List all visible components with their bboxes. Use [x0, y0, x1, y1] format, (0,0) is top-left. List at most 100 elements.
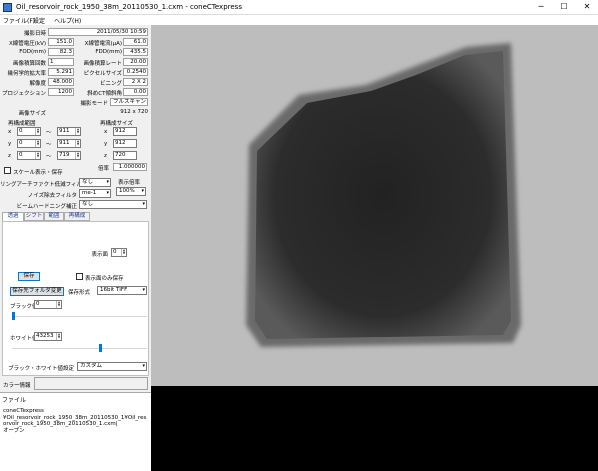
mode-value: フルスキャン	[110, 98, 148, 106]
voltage-label: X線管電圧(kV)	[8, 41, 46, 47]
binning-label: ビニング	[99, 81, 122, 87]
y-size-label: y	[104, 141, 108, 147]
integ-rate-label: 画像積算レート	[83, 61, 122, 67]
spin-icon[interactable]: ▲ ▼	[75, 128, 80, 135]
file-log: coneCTexpress ¥Oil_resorvoir_rock_1950_3…	[3, 408, 148, 434]
color-info-box	[34, 377, 148, 390]
spin-icon[interactable]: ▲ ▼	[35, 128, 40, 135]
spin-icon[interactable]: ▲ ▼	[56, 301, 61, 308]
chevron-down-icon: ▾	[142, 287, 145, 293]
black-slider-track[interactable]	[12, 316, 147, 317]
z-from-input[interactable]: 0 ▲ ▼	[17, 151, 41, 160]
disp-rate-select[interactable]: 100% ▾	[116, 187, 146, 196]
y-from-input[interactable]: 0 ▲ ▼	[17, 139, 41, 148]
minimize-button[interactable]: ─	[530, 0, 552, 15]
title-bar: Oil_resorvoir_rock_1950_38m_20110530_1.c…	[0, 0, 598, 15]
integ-count-value: 1	[48, 58, 74, 66]
log-line: オープン	[3, 427, 25, 434]
viewer-bottom-bar	[151, 386, 598, 471]
spin-icon[interactable]: ▲ ▼	[35, 152, 40, 159]
voltage-value: 151.0	[48, 38, 74, 46]
white-input[interactable]: 43253 ▲ ▼	[34, 332, 62, 341]
fod-label: FOD(mm)	[19, 49, 46, 55]
save-button[interactable]: 保存	[18, 272, 40, 281]
x-size-label: x	[104, 129, 108, 135]
binning-value: 2 X 2	[123, 78, 148, 86]
menu-help[interactable]: ヘルプ(H)	[54, 16, 81, 25]
x-from-input[interactable]: 0 ▲ ▼	[17, 127, 41, 136]
noise-filter-select[interactable]: me-1 ▾	[79, 189, 111, 198]
spin-icon[interactable]: ▲ ▼	[75, 140, 80, 147]
x-to-input[interactable]: 911 ▲ ▼	[57, 127, 81, 136]
beam-hardening-label: ビームハードニング補正	[16, 204, 77, 210]
tab-range[interactable]: 範囲	[44, 212, 64, 221]
format-select[interactable]: 16bit TIFF ▾	[97, 286, 147, 295]
spin-icon[interactable]: ▲ ▼	[35, 140, 40, 147]
close-button[interactable]: ✕	[576, 0, 598, 15]
recon-size-title: 再構成サイズ	[100, 121, 133, 127]
color-info: カラー情報	[0, 376, 151, 392]
ring-filter-select[interactable]: なし ▾	[79, 178, 111, 187]
chevron-down-icon: ▾	[141, 188, 144, 194]
fdd-label: FDD(mm)	[95, 49, 122, 55]
maximize-button[interactable]: ☐	[553, 0, 575, 15]
current-value: 61.0	[123, 38, 148, 46]
spin-icon[interactable]: ▲ ▼	[75, 152, 80, 159]
z-size-input[interactable]: 720	[113, 151, 137, 160]
scale-checkbox-label: スケール表示・保存	[13, 170, 63, 176]
display-face-input[interactable]: 0 ▲ ▼	[111, 248, 127, 257]
ct-image-viewer[interactable]	[151, 25, 598, 386]
menu-bar: ファイル(F) 設定 ヘルプ(H)	[0, 15, 598, 25]
beam-hardening-select[interactable]: なし ▾	[79, 200, 147, 209]
display-face-label: 表示面	[91, 252, 108, 258]
white-slider-thumb[interactable]	[99, 344, 103, 352]
tilde-x: 〜	[46, 130, 52, 136]
bw-setting-select[interactable]: カスタム ▾	[77, 362, 147, 371]
tab-content	[2, 221, 149, 376]
chevron-down-icon: ▾	[142, 201, 145, 207]
recon-range-title: 再構成範囲	[8, 121, 36, 127]
menu-file[interactable]: ファイル(F)	[3, 16, 35, 25]
menu-settings[interactable]: 設定	[33, 16, 45, 25]
black-slider-thumb[interactable]	[12, 312, 15, 320]
white-slider-track[interactable]	[12, 348, 147, 349]
chevron-down-icon: ▾	[142, 363, 145, 369]
ratio-value: 1.000000	[113, 163, 147, 171]
integ-rate-value: 20.00	[123, 58, 148, 66]
tab-shift[interactable]: シフト	[24, 212, 44, 221]
mode-label: 撮影モード	[80, 101, 108, 107]
ring-filter-label: リングアーチファクト低減フィルタ	[0, 182, 88, 188]
folder-button[interactable]: 保存先フォルダ変更	[10, 287, 64, 296]
date-value: 2011/05/30 10:59	[48, 28, 148, 36]
format-label: 保存形式	[68, 290, 91, 296]
disp-rate-label: 表示倍率	[118, 180, 141, 186]
x-size-input[interactable]: 912	[113, 127, 137, 136]
y-label: y	[8, 141, 12, 147]
spin-icon[interactable]: ▲ ▼	[121, 249, 126, 256]
only-display-checkbox[interactable]	[76, 273, 83, 280]
y-size-input[interactable]: 912	[113, 139, 137, 148]
scale-checkbox[interactable]	[4, 167, 11, 174]
black-input[interactable]: 0 ▲ ▼	[34, 300, 62, 309]
pixel-label: ピクセルサイズ	[83, 71, 122, 77]
chevron-down-icon: ▾	[106, 190, 109, 196]
tilt-value: 0.00	[123, 88, 148, 96]
app-icon	[3, 3, 12, 12]
fdd-value: 435.5	[123, 48, 148, 56]
y-to-input[interactable]: 911 ▲ ▼	[57, 139, 81, 148]
spin-icon[interactable]: ▲ ▼	[56, 333, 61, 340]
z-size-label: z	[104, 153, 107, 159]
imgsize-value: 912 x 720	[120, 109, 148, 115]
control-panel: 撮影日時 2011/05/30 10:59 X線管電圧(kV) 151.0 X線…	[0, 25, 151, 392]
ratio-label: 倍率	[97, 166, 109, 172]
proj-label: プロジェクション	[1, 91, 46, 97]
current-label: X線管電流(μA)	[84, 41, 122, 47]
pixel-value: 0.2540	[123, 68, 148, 76]
tilde-z: 〜	[46, 154, 52, 160]
z-to-input[interactable]: 719 ▲ ▼	[57, 151, 81, 160]
tab-recon[interactable]: 再構成	[64, 212, 90, 221]
bw-setting-label: ブラック・ホワイト値設定	[8, 366, 74, 372]
proj-value: 1200	[48, 88, 74, 96]
imgsize-label: 画像サイズ	[18, 111, 46, 117]
color-info-label: カラー情報	[3, 383, 31, 389]
